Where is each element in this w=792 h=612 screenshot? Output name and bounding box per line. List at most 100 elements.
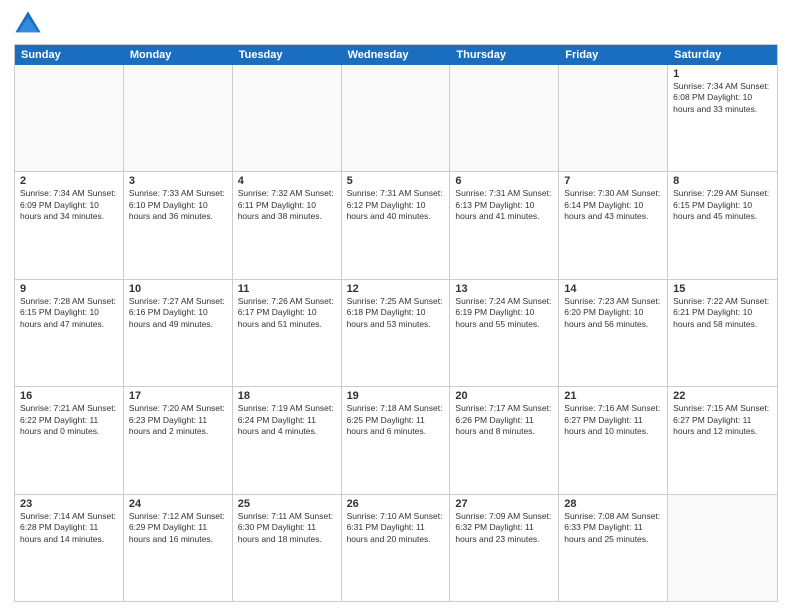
calendar-body: 1Sunrise: 7:34 AM Sunset: 6:08 PM Daylig… [15, 65, 777, 601]
day-cell-21: 21Sunrise: 7:16 AM Sunset: 6:27 PM Dayli… [559, 387, 668, 493]
weekday-header-monday: Monday [124, 45, 233, 65]
day-info: Sunrise: 7:12 AM Sunset: 6:29 PM Dayligh… [129, 511, 227, 545]
empty-cell [233, 65, 342, 171]
day-info: Sunrise: 7:24 AM Sunset: 6:19 PM Dayligh… [455, 296, 553, 330]
day-info: Sunrise: 7:22 AM Sunset: 6:21 PM Dayligh… [673, 296, 772, 330]
day-info: Sunrise: 7:32 AM Sunset: 6:11 PM Dayligh… [238, 188, 336, 222]
day-cell-12: 12Sunrise: 7:25 AM Sunset: 6:18 PM Dayli… [342, 280, 451, 386]
day-cell-22: 22Sunrise: 7:15 AM Sunset: 6:27 PM Dayli… [668, 387, 777, 493]
day-number: 14 [564, 283, 662, 295]
calendar-row-4: 16Sunrise: 7:21 AM Sunset: 6:22 PM Dayli… [15, 387, 777, 494]
day-info: Sunrise: 7:31 AM Sunset: 6:12 PM Dayligh… [347, 188, 445, 222]
day-number: 19 [347, 390, 445, 402]
day-info: Sunrise: 7:09 AM Sunset: 6:32 PM Dayligh… [455, 511, 553, 545]
day-cell-10: 10Sunrise: 7:27 AM Sunset: 6:16 PM Dayli… [124, 280, 233, 386]
day-cell-20: 20Sunrise: 7:17 AM Sunset: 6:26 PM Dayli… [450, 387, 559, 493]
day-info: Sunrise: 7:08 AM Sunset: 6:33 PM Dayligh… [564, 511, 662, 545]
day-info: Sunrise: 7:18 AM Sunset: 6:25 PM Dayligh… [347, 403, 445, 437]
day-cell-5: 5Sunrise: 7:31 AM Sunset: 6:12 PM Daylig… [342, 172, 451, 278]
day-cell-13: 13Sunrise: 7:24 AM Sunset: 6:19 PM Dayli… [450, 280, 559, 386]
day-number: 8 [673, 175, 772, 187]
day-number: 15 [673, 283, 772, 295]
day-cell-14: 14Sunrise: 7:23 AM Sunset: 6:20 PM Dayli… [559, 280, 668, 386]
day-info: Sunrise: 7:33 AM Sunset: 6:10 PM Dayligh… [129, 188, 227, 222]
day-number: 17 [129, 390, 227, 402]
day-number: 27 [455, 498, 553, 510]
weekday-header-wednesday: Wednesday [342, 45, 451, 65]
day-number: 12 [347, 283, 445, 295]
empty-cell [450, 65, 559, 171]
day-cell-15: 15Sunrise: 7:22 AM Sunset: 6:21 PM Dayli… [668, 280, 777, 386]
day-cell-2: 2Sunrise: 7:34 AM Sunset: 6:09 PM Daylig… [15, 172, 124, 278]
day-number: 9 [20, 283, 118, 295]
day-number: 7 [564, 175, 662, 187]
day-number: 4 [238, 175, 336, 187]
day-cell-16: 16Sunrise: 7:21 AM Sunset: 6:22 PM Dayli… [15, 387, 124, 493]
day-number: 25 [238, 498, 336, 510]
day-info: Sunrise: 7:17 AM Sunset: 6:26 PM Dayligh… [455, 403, 553, 437]
day-info: Sunrise: 7:27 AM Sunset: 6:16 PM Dayligh… [129, 296, 227, 330]
day-number: 21 [564, 390, 662, 402]
calendar-row-2: 2Sunrise: 7:34 AM Sunset: 6:09 PM Daylig… [15, 172, 777, 279]
day-number: 13 [455, 283, 553, 295]
day-cell-8: 8Sunrise: 7:29 AM Sunset: 6:15 PM Daylig… [668, 172, 777, 278]
day-number: 18 [238, 390, 336, 402]
empty-cell [668, 495, 777, 601]
day-info: Sunrise: 7:31 AM Sunset: 6:13 PM Dayligh… [455, 188, 553, 222]
day-number: 24 [129, 498, 227, 510]
empty-cell [124, 65, 233, 171]
logo-icon [14, 10, 42, 38]
calendar-row-3: 9Sunrise: 7:28 AM Sunset: 6:15 PM Daylig… [15, 280, 777, 387]
day-number: 11 [238, 283, 336, 295]
day-info: Sunrise: 7:21 AM Sunset: 6:22 PM Dayligh… [20, 403, 118, 437]
empty-cell [342, 65, 451, 171]
day-cell-28: 28Sunrise: 7:08 AM Sunset: 6:33 PM Dayli… [559, 495, 668, 601]
calendar-header: SundayMondayTuesdayWednesdayThursdayFrid… [15, 45, 777, 65]
weekday-header-tuesday: Tuesday [233, 45, 342, 65]
day-info: Sunrise: 7:30 AM Sunset: 6:14 PM Dayligh… [564, 188, 662, 222]
day-cell-19: 19Sunrise: 7:18 AM Sunset: 6:25 PM Dayli… [342, 387, 451, 493]
day-number: 22 [673, 390, 772, 402]
calendar-outer: SundayMondayTuesdayWednesdayThursdayFrid… [14, 44, 778, 602]
day-cell-17: 17Sunrise: 7:20 AM Sunset: 6:23 PM Dayli… [124, 387, 233, 493]
day-number: 16 [20, 390, 118, 402]
weekday-header-sunday: Sunday [15, 45, 124, 65]
day-info: Sunrise: 7:10 AM Sunset: 6:31 PM Dayligh… [347, 511, 445, 545]
logo [14, 10, 46, 38]
day-cell-25: 25Sunrise: 7:11 AM Sunset: 6:30 PM Dayli… [233, 495, 342, 601]
weekday-header-thursday: Thursday [450, 45, 559, 65]
day-info: Sunrise: 7:25 AM Sunset: 6:18 PM Dayligh… [347, 296, 445, 330]
day-info: Sunrise: 7:26 AM Sunset: 6:17 PM Dayligh… [238, 296, 336, 330]
day-info: Sunrise: 7:34 AM Sunset: 6:09 PM Dayligh… [20, 188, 118, 222]
day-cell-24: 24Sunrise: 7:12 AM Sunset: 6:29 PM Dayli… [124, 495, 233, 601]
day-info: Sunrise: 7:14 AM Sunset: 6:28 PM Dayligh… [20, 511, 118, 545]
day-number: 10 [129, 283, 227, 295]
day-info: Sunrise: 7:23 AM Sunset: 6:20 PM Dayligh… [564, 296, 662, 330]
weekday-header-saturday: Saturday [668, 45, 777, 65]
day-number: 1 [673, 68, 772, 80]
day-info: Sunrise: 7:16 AM Sunset: 6:27 PM Dayligh… [564, 403, 662, 437]
day-number: 3 [129, 175, 227, 187]
day-cell-11: 11Sunrise: 7:26 AM Sunset: 6:17 PM Dayli… [233, 280, 342, 386]
day-number: 20 [455, 390, 553, 402]
day-cell-1: 1Sunrise: 7:34 AM Sunset: 6:08 PM Daylig… [668, 65, 777, 171]
day-info: Sunrise: 7:34 AM Sunset: 6:08 PM Dayligh… [673, 81, 772, 115]
day-cell-7: 7Sunrise: 7:30 AM Sunset: 6:14 PM Daylig… [559, 172, 668, 278]
day-cell-18: 18Sunrise: 7:19 AM Sunset: 6:24 PM Dayli… [233, 387, 342, 493]
empty-cell [15, 65, 124, 171]
day-info: Sunrise: 7:20 AM Sunset: 6:23 PM Dayligh… [129, 403, 227, 437]
empty-cell [559, 65, 668, 171]
day-cell-6: 6Sunrise: 7:31 AM Sunset: 6:13 PM Daylig… [450, 172, 559, 278]
day-info: Sunrise: 7:19 AM Sunset: 6:24 PM Dayligh… [238, 403, 336, 437]
day-number: 2 [20, 175, 118, 187]
day-cell-26: 26Sunrise: 7:10 AM Sunset: 6:31 PM Dayli… [342, 495, 451, 601]
day-info: Sunrise: 7:28 AM Sunset: 6:15 PM Dayligh… [20, 296, 118, 330]
day-info: Sunrise: 7:15 AM Sunset: 6:27 PM Dayligh… [673, 403, 772, 437]
day-number: 6 [455, 175, 553, 187]
day-info: Sunrise: 7:29 AM Sunset: 6:15 PM Dayligh… [673, 188, 772, 222]
day-cell-27: 27Sunrise: 7:09 AM Sunset: 6:32 PM Dayli… [450, 495, 559, 601]
day-number: 28 [564, 498, 662, 510]
calendar-row-1: 1Sunrise: 7:34 AM Sunset: 6:08 PM Daylig… [15, 65, 777, 172]
day-cell-4: 4Sunrise: 7:32 AM Sunset: 6:11 PM Daylig… [233, 172, 342, 278]
day-cell-3: 3Sunrise: 7:33 AM Sunset: 6:10 PM Daylig… [124, 172, 233, 278]
